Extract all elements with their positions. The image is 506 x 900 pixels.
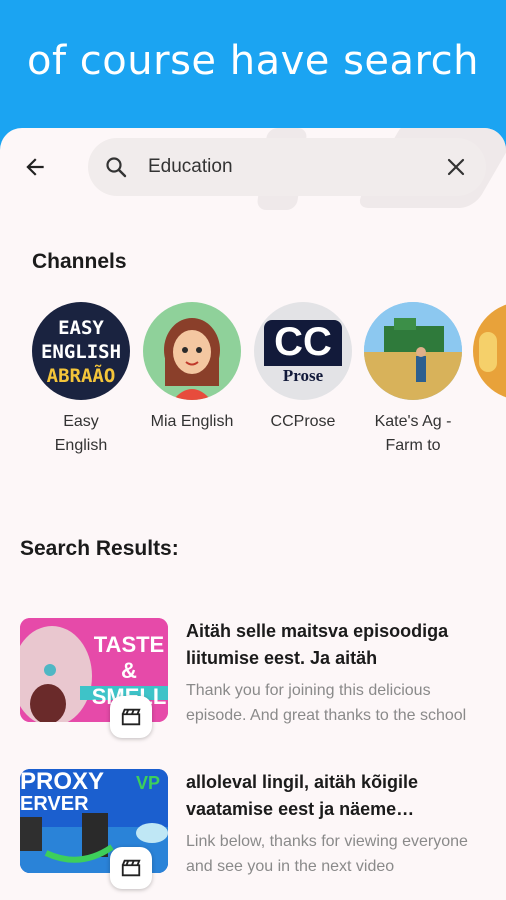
result-description: Thank you for joining this delicious epi…: [186, 682, 467, 724]
channel-item-easy-english[interactable]: EASY ENGLISH ABRAÃO Easy English: [31, 302, 131, 458]
channel-name: CCProse: [270, 413, 336, 430]
search-result-item[interactable]: PROXY ERVER VP alloleval lingil, aitäh k…: [20, 769, 490, 889]
channel-avatar: [364, 302, 462, 400]
channel-item-kates-ag[interactable]: Kate's Ag - Farm to: [363, 302, 463, 458]
avatar-text: CC: [274, 320, 332, 364]
channel-avatar: EASY ENGLISH ABRAÃO: [32, 302, 130, 400]
result-description: Link below, thanks for viewing everyone …: [186, 833, 468, 875]
video-badge: [110, 847, 152, 889]
channel-name: Kate's Ag - Farm to: [374, 413, 452, 454]
thumbnail-text: PROXY: [20, 769, 105, 795]
search-result-item[interactable]: TASTE & SMELL Aitäh selle maitsva episoo…: [20, 618, 490, 738]
channel-item-partial[interactable]: [473, 302, 506, 400]
clapperboard-icon: [121, 859, 141, 877]
avatar-text: EASY: [58, 317, 104, 339]
channel-name: Easy English: [54, 413, 108, 454]
avatar-text: ENGLISH: [40, 341, 122, 363]
avatar-text: ABRAÃO: [46, 365, 116, 387]
channel-item-mia-english[interactable]: Mia English: [141, 302, 243, 434]
channel-avatar: CC Prose: [254, 302, 352, 400]
arrow-left-icon: [26, 158, 44, 176]
channel-avatar: [473, 302, 506, 400]
search-results-heading: Search Results:: [20, 537, 179, 560]
video-badge: [110, 696, 152, 738]
cartoon-girl-avatar: [164, 318, 220, 400]
channel-name: Mia English: [150, 413, 234, 430]
thumbnail-text: VP: [136, 773, 161, 793]
channels-heading: Channels: [32, 250, 127, 273]
channel-avatar: [143, 302, 241, 400]
banner-title: of course have search: [27, 38, 479, 84]
clear-search-icon[interactable]: [444, 155, 468, 179]
farm-photo: [364, 302, 462, 400]
thumbnail-text: ERVER: [20, 793, 89, 815]
result-title: alloleval lingil, aitäh kõigile vaatamis…: [186, 772, 419, 819]
search-icon: [106, 157, 127, 178]
thumbnail-text: TASTE: [93, 632, 165, 657]
promo-banner: of course have search: [0, 0, 506, 140]
back-button[interactable]: [18, 150, 52, 184]
search-screen: Channels EASY ENGLISH ABRAÃO Easy Englis…: [0, 128, 506, 900]
result-title: Aitäh selle maitsva episoodiga liitumise…: [186, 621, 449, 668]
channel-item-ccprose[interactable]: CC Prose CCProse: [253, 302, 353, 434]
search-input[interactable]: [148, 152, 428, 182]
avatar-text: Prose: [254, 366, 352, 386]
clapperboard-icon: [121, 708, 141, 726]
search-bar[interactable]: [88, 138, 486, 196]
